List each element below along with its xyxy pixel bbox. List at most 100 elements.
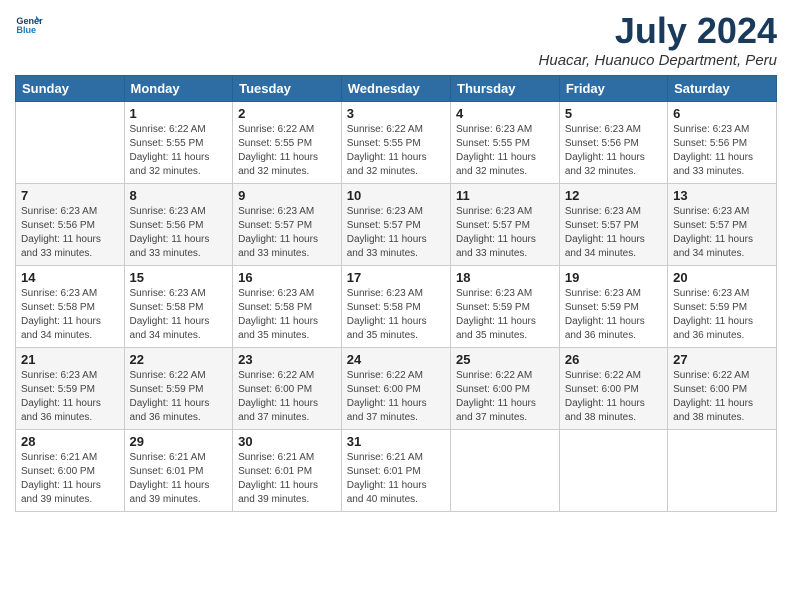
day-number: 23 <box>238 352 336 367</box>
day-number: 7 <box>21 188 119 203</box>
day-info: Sunrise: 6:23 AM Sunset: 5:58 PM Dayligh… <box>130 287 228 343</box>
day-number: 31 <box>347 434 445 449</box>
day-info: Sunrise: 6:22 AM Sunset: 5:55 PM Dayligh… <box>347 123 445 179</box>
day-header-friday: Friday <box>559 76 667 102</box>
day-info: Sunrise: 6:23 AM Sunset: 5:56 PM Dayligh… <box>565 123 662 179</box>
day-info: Sunrise: 6:23 AM Sunset: 5:57 PM Dayligh… <box>456 205 554 261</box>
day-info: Sunrise: 6:21 AM Sunset: 6:00 PM Dayligh… <box>21 451 119 507</box>
title-block: July 2024 Huacar, Huanuco Department, Pe… <box>539 10 777 69</box>
calendar-week-row: 1 Sunrise: 6:22 AM Sunset: 5:55 PM Daylig… <box>16 102 777 184</box>
day-number: 6 <box>673 106 771 121</box>
calendar-table: SundayMondayTuesdayWednesdayThursdayFrid… <box>15 75 777 512</box>
calendar-cell: 27Sunrise: 6:22 AM Sunset: 6:00 PM Dayli… <box>668 348 777 430</box>
calendar-cell: 22Sunrise: 6:22 AM Sunset: 5:59 PM Dayli… <box>124 348 233 430</box>
day-number: 9 <box>238 188 336 203</box>
subtitle: Huacar, Huanuco Department, Peru <box>539 52 777 69</box>
day-number: 2 <box>238 106 336 121</box>
day-info: Sunrise: 6:23 AM Sunset: 5:57 PM Dayligh… <box>565 205 662 261</box>
day-info: Sunrise: 6:23 AM Sunset: 5:57 PM Dayligh… <box>238 205 336 261</box>
day-info: Sunrise: 6:23 AM Sunset: 5:56 PM Dayligh… <box>673 123 771 179</box>
day-number: 1 <box>130 106 228 121</box>
calendar-cell: 3 Sunrise: 6:22 AM Sunset: 5:55 PM Daylig… <box>341 102 450 184</box>
calendar-cell: 9 Sunrise: 6:23 AM Sunset: 5:57 PM Daylig… <box>233 184 342 266</box>
day-number: 20 <box>673 270 771 285</box>
day-info: Sunrise: 6:23 AM Sunset: 5:58 PM Dayligh… <box>347 287 445 343</box>
logo-icon: General Blue <box>15 10 43 38</box>
page-header: General Blue July 2024 Huacar, Huanuco D… <box>15 10 777 69</box>
day-info: Sunrise: 6:23 AM Sunset: 5:58 PM Dayligh… <box>238 287 336 343</box>
calendar-cell: 26 Sunrise: 6:22 AM Sunset: 6:00 PM Dayli… <box>559 348 667 430</box>
day-info: Sunrise: 6:21 AM Sunset: 6:01 PM Dayligh… <box>130 451 228 507</box>
day-info: Sunrise: 6:23 AM Sunset: 5:59 PM Dayligh… <box>456 287 554 343</box>
calendar-cell: 11 Sunrise: 6:23 AM Sunset: 5:57 PM Dayli… <box>451 184 560 266</box>
calendar-cell: 1 Sunrise: 6:22 AM Sunset: 5:55 PM Daylig… <box>124 102 233 184</box>
day-info: Sunrise: 6:21 AM Sunset: 6:01 PM Dayligh… <box>238 451 336 507</box>
calendar-cell: 13 Sunrise: 6:23 AM Sunset: 5:57 PM Dayli… <box>668 184 777 266</box>
day-number: 12 <box>565 188 662 203</box>
day-number: 4 <box>456 106 554 121</box>
calendar-week-row: 7 Sunrise: 6:23 AM Sunset: 5:56 PM Daylig… <box>16 184 777 266</box>
calendar-cell <box>668 430 777 512</box>
calendar-cell: 21 Sunrise: 6:23 AM Sunset: 5:59 PM Dayli… <box>16 348 125 430</box>
calendar-cell <box>16 102 125 184</box>
calendar-header-row: SundayMondayTuesdayWednesdayThursdayFrid… <box>16 76 777 102</box>
calendar-week-row: 21 Sunrise: 6:23 AM Sunset: 5:59 PM Dayli… <box>16 348 777 430</box>
day-info: Sunrise: 6:22 AM Sunset: 5:55 PM Dayligh… <box>130 123 228 179</box>
day-info: Sunrise: 6:22 AM Sunset: 6:00 PM Dayligh… <box>347 369 445 425</box>
calendar-cell: 30 Sunrise: 6:21 AM Sunset: 6:01 PM Dayli… <box>233 430 342 512</box>
day-number: 28 <box>21 434 119 449</box>
calendar-cell <box>451 430 560 512</box>
day-number: 22 <box>130 352 228 367</box>
day-number: 19 <box>565 270 662 285</box>
day-info: Sunrise: 6:23 AM Sunset: 5:57 PM Dayligh… <box>347 205 445 261</box>
day-header-monday: Monday <box>124 76 233 102</box>
calendar-week-row: 28 Sunrise: 6:21 AM Sunset: 6:00 PM Dayli… <box>16 430 777 512</box>
calendar-cell: 18 Sunrise: 6:23 AM Sunset: 5:59 PM Dayli… <box>451 266 560 348</box>
day-info: Sunrise: 6:23 AM Sunset: 5:56 PM Dayligh… <box>21 205 119 261</box>
day-info: Sunrise: 6:23 AM Sunset: 5:59 PM Dayligh… <box>565 287 662 343</box>
calendar-cell: 15Sunrise: 6:23 AM Sunset: 5:58 PM Dayli… <box>124 266 233 348</box>
day-header-saturday: Saturday <box>668 76 777 102</box>
day-number: 5 <box>565 106 662 121</box>
calendar-cell: 20 Sunrise: 6:23 AM Sunset: 5:59 PM Dayli… <box>668 266 777 348</box>
day-number: 13 <box>673 188 771 203</box>
calendar-cell: 29 Sunrise: 6:21 AM Sunset: 6:01 PM Dayli… <box>124 430 233 512</box>
day-number: 29 <box>130 434 228 449</box>
day-number: 26 <box>565 352 662 367</box>
calendar-cell: 25Sunrise: 6:22 AM Sunset: 6:00 PM Dayli… <box>451 348 560 430</box>
day-info: Sunrise: 6:23 AM Sunset: 5:57 PM Dayligh… <box>673 205 771 261</box>
day-number: 30 <box>238 434 336 449</box>
day-info: Sunrise: 6:22 AM Sunset: 6:00 PM Dayligh… <box>565 369 662 425</box>
day-number: 21 <box>21 352 119 367</box>
day-header-sunday: Sunday <box>16 76 125 102</box>
day-number: 11 <box>456 188 554 203</box>
calendar-cell: 28 Sunrise: 6:21 AM Sunset: 6:00 PM Dayli… <box>16 430 125 512</box>
day-number: 17 <box>347 270 445 285</box>
day-info: Sunrise: 6:22 AM Sunset: 5:55 PM Dayligh… <box>238 123 336 179</box>
calendar-cell: 10Sunrise: 6:23 AM Sunset: 5:57 PM Dayli… <box>341 184 450 266</box>
svg-text:Blue: Blue <box>16 25 36 35</box>
calendar-cell: 8 Sunrise: 6:23 AM Sunset: 5:56 PM Daylig… <box>124 184 233 266</box>
calendar-cell: 2 Sunrise: 6:22 AM Sunset: 5:55 PM Daylig… <box>233 102 342 184</box>
day-info: Sunrise: 6:22 AM Sunset: 6:00 PM Dayligh… <box>456 369 554 425</box>
logo: General Blue <box>15 10 43 38</box>
main-title: July 2024 <box>539 10 777 52</box>
calendar-cell <box>559 430 667 512</box>
day-number: 3 <box>347 106 445 121</box>
day-number: 18 <box>456 270 554 285</box>
day-header-wednesday: Wednesday <box>341 76 450 102</box>
day-info: Sunrise: 6:23 AM Sunset: 5:56 PM Dayligh… <box>130 205 228 261</box>
calendar-cell: 12 Sunrise: 6:23 AM Sunset: 5:57 PM Dayli… <box>559 184 667 266</box>
calendar-cell: 14Sunrise: 6:23 AM Sunset: 5:58 PM Dayli… <box>16 266 125 348</box>
day-number: 24 <box>347 352 445 367</box>
calendar-cell: 7 Sunrise: 6:23 AM Sunset: 5:56 PM Daylig… <box>16 184 125 266</box>
day-info: Sunrise: 6:21 AM Sunset: 6:01 PM Dayligh… <box>347 451 445 507</box>
day-number: 8 <box>130 188 228 203</box>
calendar-cell: 17 Sunrise: 6:23 AM Sunset: 5:58 PM Dayli… <box>341 266 450 348</box>
calendar-cell: 24 Sunrise: 6:22 AM Sunset: 6:00 PM Dayli… <box>341 348 450 430</box>
day-info: Sunrise: 6:23 AM Sunset: 5:59 PM Dayligh… <box>673 287 771 343</box>
day-info: Sunrise: 6:23 AM Sunset: 5:59 PM Dayligh… <box>21 369 119 425</box>
calendar-cell: 19 Sunrise: 6:23 AM Sunset: 5:59 PM Dayli… <box>559 266 667 348</box>
day-info: Sunrise: 6:22 AM Sunset: 6:00 PM Dayligh… <box>238 369 336 425</box>
calendar-cell: 4Sunrise: 6:23 AM Sunset: 5:55 PM Daylig… <box>451 102 560 184</box>
